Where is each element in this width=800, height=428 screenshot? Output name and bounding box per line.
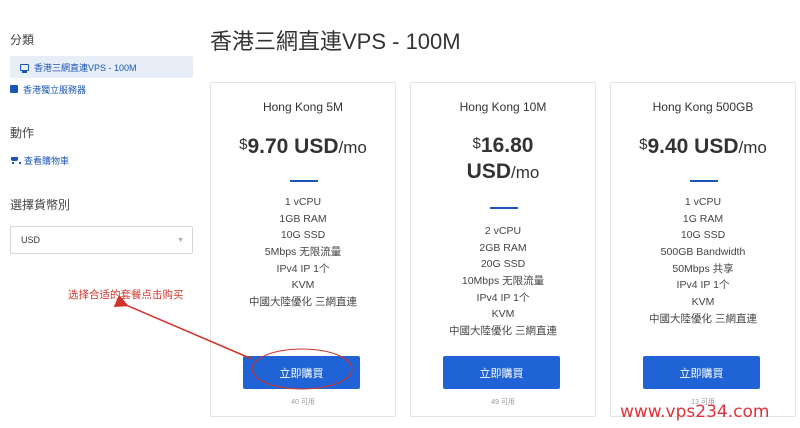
annotation-arrow	[113, 294, 253, 360]
watermark: www.vps234.com	[620, 402, 770, 422]
annotation-circle	[251, 348, 353, 390]
annotation-text: 选择合适的套餐点击购买	[68, 289, 184, 301]
annotation-overlay	[113, 294, 353, 390]
